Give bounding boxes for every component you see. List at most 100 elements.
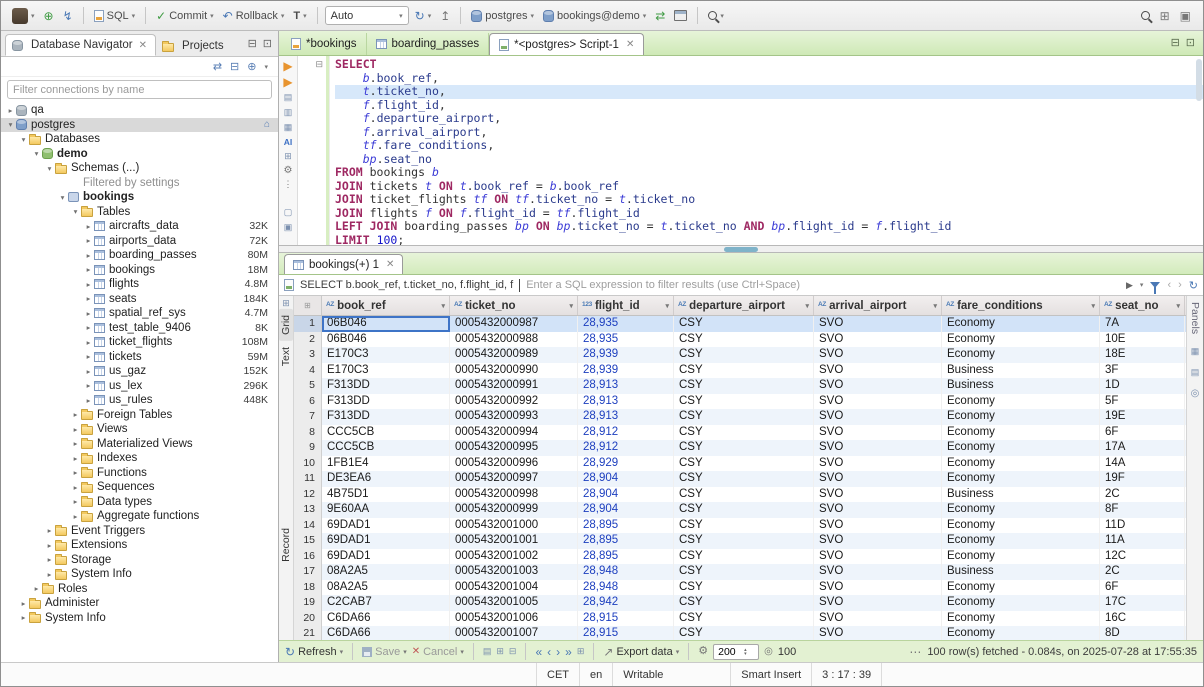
cell[interactable]: SVO (814, 564, 942, 580)
cell[interactable]: C6DA66 (322, 626, 450, 640)
metadata-panel-icon[interactable]: ▤ (1191, 367, 1200, 378)
cell[interactable]: 19F (1100, 471, 1185, 487)
table-row[interactable]: 8CCC5CB000543200099428,912CSYSVOEconomy6… (294, 425, 1186, 441)
expand-arrow-icon[interactable]: ▸ (70, 483, 81, 492)
table-row[interactable]: 7F313DD000543200099328,913CSYSVOEconomy1… (294, 409, 1186, 425)
row-number[interactable]: 21 (294, 626, 322, 640)
cell[interactable]: Economy (942, 611, 1100, 627)
cell[interactable]: 9E60AA (322, 502, 450, 518)
expand-arrow-icon[interactable]: ▸ (83, 236, 94, 245)
last-page-icon[interactable]: » (565, 646, 572, 658)
row-count-icon[interactable]: ◎ (764, 647, 773, 657)
more-icon[interactable]: ⋮ (284, 180, 293, 189)
sync-button[interactable]: ⇄ (652, 8, 668, 24)
expand-arrow-icon[interactable]: ▸ (70, 410, 81, 419)
cell[interactable]: 2C (1100, 564, 1185, 580)
tree-item-us-lex[interactable]: ▸us_lex296K (1, 379, 278, 394)
cell[interactable]: F313DD (322, 378, 450, 394)
tab-script-1[interactable]: *<postgres> Script-1 ✕ (489, 33, 644, 55)
cell[interactable]: Economy (942, 518, 1100, 534)
column-menu-icon[interactable]: ▾ (1176, 302, 1180, 310)
spin-down-icon[interactable]: ▾ (744, 652, 747, 656)
maximize-icon[interactable]: ⊡ (263, 37, 272, 50)
table-row[interactable]: 1569DAD1000543200100128,895CSYSVOEconomy… (294, 533, 1186, 549)
refresh-button[interactable]: ↻▾ (412, 8, 435, 24)
expand-arrow-icon[interactable]: ▾ (44, 164, 55, 173)
refresh-results-button[interactable]: ↻Refresh▾ (285, 646, 343, 658)
editor-gutter[interactable]: ⊟ (298, 56, 330, 245)
cell[interactable]: CSY (674, 611, 814, 627)
splitter-grip[interactable] (724, 247, 758, 252)
cell[interactable]: SVO (814, 487, 942, 503)
cell[interactable]: CSY (674, 456, 814, 472)
cell[interactable]: 69DAD1 (322, 533, 450, 549)
tree-item-qa[interactable]: ▸qa (1, 103, 278, 118)
code-line[interactable]: tf.fare_conditions, (335, 139, 1203, 153)
cell[interactable]: SVO (814, 440, 942, 456)
expand-arrow-icon[interactable]: ▸ (70, 512, 81, 521)
app-menu-button[interactable]: ▾ (9, 6, 38, 26)
tree-item-aggregate-functions[interactable]: ▸Aggregate functions (1, 509, 278, 524)
tree-item-postgres[interactable]: ▾postgres⌂ (1, 118, 278, 133)
code-line[interactable]: FROM bookings b (335, 166, 1203, 180)
cell[interactable]: 0005432000992 (450, 394, 578, 410)
tree-item-filtered-by-settings[interactable]: Filtered by settings (1, 176, 278, 191)
table-row[interactable]: 5F313DD000543200099128,913CSYSVOBusiness… (294, 378, 1186, 394)
row-number[interactable]: 11 (294, 471, 322, 487)
code-line[interactable]: JOIN flights f ON f.flight_id = tf.fligh… (335, 207, 1203, 221)
cell[interactable]: CCC5CB (322, 425, 450, 441)
cell[interactable]: CSY (674, 502, 814, 518)
fetch-size-input[interactable] (714, 646, 744, 658)
quick-search-button[interactable]: ▾ (705, 9, 727, 22)
column-header-arrival_airport[interactable]: AZarrival_airport▾ (814, 296, 942, 315)
minimize-icon[interactable]: ⊟ (1171, 36, 1180, 49)
cell[interactable]: 0005432000988 (450, 332, 578, 348)
row-number[interactable]: 9 (294, 440, 322, 456)
cell[interactable]: SVO (814, 394, 942, 410)
cell[interactable]: SVO (814, 425, 942, 441)
cell[interactable]: 06B046 (322, 316, 450, 332)
expand-arrow-icon[interactable]: ▸ (83, 323, 94, 332)
expand-arrow-icon[interactable]: ▸ (18, 599, 29, 608)
grid-view-icon[interactable]: ⊞ (1160, 10, 1170, 22)
cell[interactable]: Economy (942, 549, 1100, 565)
commit-button[interactable]: ✓Commit▾ (153, 8, 216, 24)
filter-settings-icon[interactable] (1150, 282, 1160, 288)
tree-item-aircrafts-data[interactable]: ▸aircrafts_data32K (1, 219, 278, 234)
expand-arrow-icon[interactable]: ▸ (44, 526, 55, 535)
row-number[interactable]: 17 (294, 564, 322, 580)
rollback-button[interactable]: ↶Rollback▾ (220, 8, 288, 24)
cell[interactable]: 28,904 (578, 471, 674, 487)
cell[interactable]: 0005432000996 (450, 456, 578, 472)
cell[interactable]: 0005432001007 (450, 626, 578, 640)
column-menu-icon[interactable]: ▾ (665, 302, 669, 310)
expand-arrow-icon[interactable]: ▸ (83, 265, 94, 274)
tab-bookings-editor[interactable]: *bookings (282, 33, 367, 55)
cell[interactable]: CSY (674, 347, 814, 363)
cell[interactable]: C2CAB7 (322, 595, 450, 611)
expand-arrow-icon[interactable]: ▸ (83, 352, 94, 361)
cell[interactable]: 1FB1E4 (322, 456, 450, 472)
tree-item-views[interactable]: ▸Views (1, 422, 278, 437)
tree-item-system-info[interactable]: ▸System Info (1, 567, 278, 582)
tree-item-boarding-passes[interactable]: ▸boarding_passes80M (1, 248, 278, 263)
tree-item-tickets[interactable]: ▸tickets59M (1, 350, 278, 365)
cell[interactable]: 19E (1100, 409, 1185, 425)
row-number[interactable]: 10 (294, 456, 322, 472)
cell[interactable]: CSY (674, 533, 814, 549)
expand-arrow-icon[interactable]: ▸ (70, 454, 81, 463)
tab-results-bookings[interactable]: bookings(+) 1 ✕ (284, 254, 403, 274)
tree-item-extensions[interactable]: ▸Extensions (1, 538, 278, 553)
connection-filter[interactable] (7, 80, 272, 99)
tree-item-bookings[interactable]: ▾bookings (1, 190, 278, 205)
cell[interactable]: SVO (814, 502, 942, 518)
add-row-icon[interactable]: ⊞ (496, 646, 504, 657)
tree-item-tables[interactable]: ▾Tables (1, 205, 278, 220)
cell[interactable]: 28,913 (578, 378, 674, 394)
language-indicator[interactable]: en (580, 663, 613, 686)
cell[interactable]: 8F (1100, 502, 1185, 518)
cell[interactable]: SVO (814, 626, 942, 640)
cell[interactable]: 69DAD1 (322, 549, 450, 565)
tree-item-ticket-flights[interactable]: ▸ticket_flights108M (1, 335, 278, 350)
cell[interactable]: Economy (942, 580, 1100, 596)
